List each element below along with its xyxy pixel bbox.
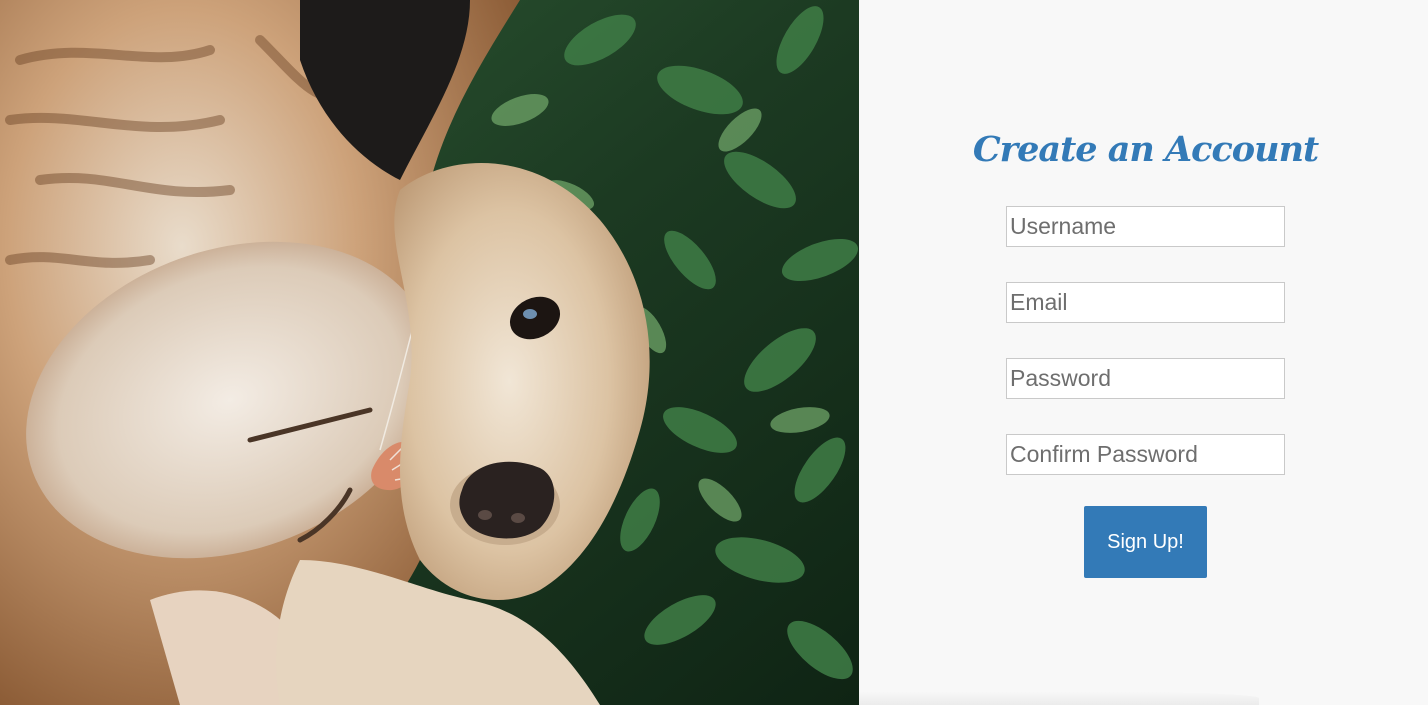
confirm-password-input[interactable] bbox=[1006, 434, 1285, 475]
signup-panel: Create an Account Sign Up! bbox=[859, 0, 1428, 705]
form-title: Create an Account bbox=[972, 129, 1319, 170]
email-input[interactable] bbox=[1006, 282, 1285, 323]
username-input[interactable] bbox=[1006, 206, 1285, 247]
password-input[interactable] bbox=[1006, 358, 1285, 399]
hero-photo bbox=[0, 0, 859, 705]
cat-and-dog-photo bbox=[0, 0, 859, 705]
signup-form: Create an Account Sign Up! bbox=[973, 120, 1319, 578]
panel-shadow bbox=[859, 691, 1259, 705]
sign-up-button[interactable]: Sign Up! bbox=[1084, 506, 1207, 578]
signup-page: Create an Account Sign Up! bbox=[0, 0, 1428, 705]
